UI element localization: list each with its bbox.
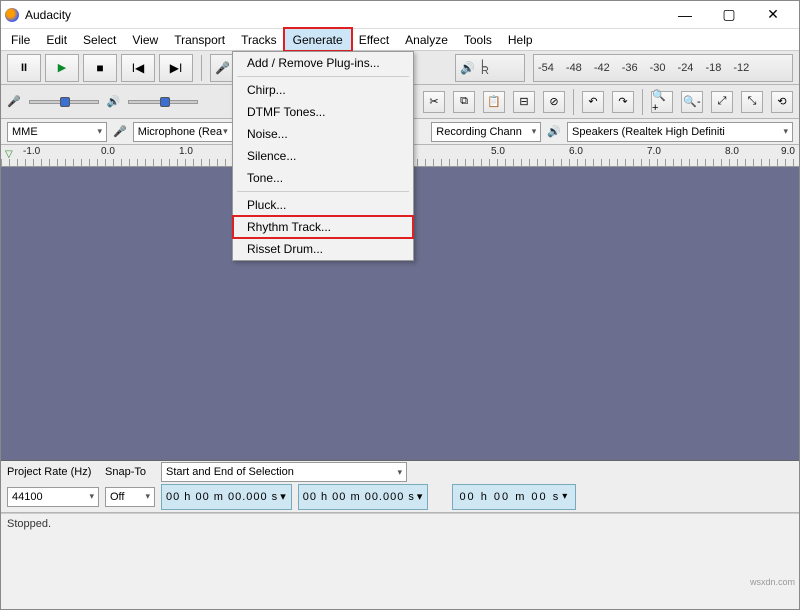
ruler-mark: 5.0 xyxy=(491,146,505,157)
generate-dropdown: Add / Remove Plug-ins... Chirp... DTMF T… xyxy=(232,51,414,261)
speaker-icon: 🔊 xyxy=(547,125,561,138)
host-combo[interactable]: MME xyxy=(7,122,107,142)
project-rate-combo[interactable]: 44100 xyxy=(7,487,99,507)
zoom-toggle-button[interactable]: ⟲ xyxy=(771,91,793,113)
rec-channels-combo[interactable]: Recording Chann xyxy=(431,122,541,142)
trim-button[interactable]: ⊟ xyxy=(513,91,535,113)
menu-add-remove-plugins[interactable]: Add / Remove Plug-ins... xyxy=(233,52,413,74)
status-bar: Stopped. xyxy=(1,513,799,533)
selection-format-combo[interactable]: Start and End of Selection xyxy=(161,462,407,482)
project-rate-label: Project Rate (Hz) xyxy=(7,466,99,478)
output-device-combo[interactable]: Speakers (Realtek High Definiti xyxy=(567,122,793,142)
status-text: Stopped. xyxy=(7,518,51,530)
redo-button[interactable]: ↷ xyxy=(612,91,634,113)
snap-to-combo[interactable]: Off xyxy=(105,487,155,507)
menu-transport[interactable]: Transport xyxy=(166,29,233,50)
playback-meter[interactable]: 🔊 LR xyxy=(455,54,525,82)
input-device-combo[interactable]: Microphone (Rea xyxy=(133,122,233,142)
menu-dtmf-tones[interactable]: DTMF Tones... xyxy=(233,101,413,123)
skip-end-button[interactable]: ▶I xyxy=(159,54,193,82)
menu-select[interactable]: Select xyxy=(75,29,124,50)
app-title: Audacity xyxy=(25,8,663,22)
output-volume-slider[interactable] xyxy=(128,100,198,104)
menu-risset-drum[interactable]: Risset Drum... xyxy=(233,238,413,260)
speaker-icon: 🔊 xyxy=(107,95,121,108)
zoom-in-button[interactable]: 🔍+ xyxy=(651,91,673,113)
mic-icon: 🎤 xyxy=(215,61,230,75)
selection-end-time[interactable]: 00 h 00 m 00.000 s▾ xyxy=(298,484,429,510)
paste-button[interactable]: 📋 xyxy=(483,91,505,113)
ruler-mark: 9.0 xyxy=(781,146,795,157)
close-button[interactable]: ✕ xyxy=(751,1,795,29)
zoom-fit-button[interactable]: ⤡ xyxy=(741,91,763,113)
zoom-out-button[interactable]: 🔍- xyxy=(681,91,703,113)
menu-view[interactable]: View xyxy=(124,29,166,50)
titlebar: Audacity — ▢ ✕ xyxy=(1,1,799,29)
undo-button[interactable]: ↶ xyxy=(582,91,604,113)
menu-tone[interactable]: Tone... xyxy=(233,167,413,189)
pause-button[interactable]: II xyxy=(7,54,41,82)
menu-separator xyxy=(237,191,409,192)
divider xyxy=(573,89,574,115)
menu-silence[interactable]: Silence... xyxy=(233,145,413,167)
menu-chirp[interactable]: Chirp... xyxy=(233,79,413,101)
play-button[interactable]: ▶ xyxy=(45,54,79,82)
meter-tick: -18 xyxy=(705,62,721,74)
meter-tick: -36 xyxy=(622,62,638,74)
meter-tick: -48 xyxy=(566,62,582,74)
meter-tick: -12 xyxy=(733,62,749,74)
selection-toolbar: Project Rate (Hz) Snap-To Start and End … xyxy=(1,461,799,481)
selection-toolbar-values: 44100 Off 00 h 00 m 00.000 s▾ 00 h 00 m … xyxy=(1,481,799,513)
mic-icon: 🎤 xyxy=(113,125,127,138)
menu-edit[interactable]: Edit xyxy=(38,29,75,50)
zoom-sel-button[interactable]: ⤢ xyxy=(711,91,733,113)
menu-pluck[interactable]: Pluck... xyxy=(233,194,413,216)
stop-button[interactable]: ■ xyxy=(83,54,117,82)
menu-tools[interactable]: Tools xyxy=(456,29,500,50)
ruler-mark: 7.0 xyxy=(647,146,661,157)
menubar: File Edit Select View Transport Tracks G… xyxy=(1,29,799,51)
menu-effect[interactable]: Effect xyxy=(351,29,397,50)
meter-tick: -24 xyxy=(678,62,694,74)
ruler-mark: 0.0 xyxy=(101,146,115,157)
audio-position-display[interactable]: 00 h 00 m 00 s▾ xyxy=(452,484,576,510)
menu-rhythm-track[interactable]: Rhythm Track... xyxy=(233,216,413,238)
silence-button[interactable]: ⊘ xyxy=(543,91,565,113)
minimize-button[interactable]: — xyxy=(663,1,707,29)
menu-generate[interactable]: Generate xyxy=(283,27,353,52)
menu-tracks[interactable]: Tracks xyxy=(233,29,285,50)
snap-to-label: Snap-To xyxy=(105,466,155,478)
menu-noise[interactable]: Noise... xyxy=(233,123,413,145)
selection-start-time[interactable]: 00 h 00 m 00.000 s▾ xyxy=(161,484,292,510)
meter-tick: -42 xyxy=(594,62,610,74)
app-logo-icon xyxy=(5,8,19,22)
speaker-icon: 🔊 xyxy=(460,61,475,75)
menu-help[interactable]: Help xyxy=(500,29,541,50)
ruler-mark: 8.0 xyxy=(725,146,739,157)
ruler-mark: -1.0 xyxy=(23,146,40,157)
ruler-mark: 1.0 xyxy=(179,146,193,157)
menu-analyze[interactable]: Analyze xyxy=(397,29,456,50)
skip-start-button[interactable]: I◀ xyxy=(121,54,155,82)
lr-label: LR xyxy=(481,61,489,75)
ruler-mark: 6.0 xyxy=(569,146,583,157)
playback-scale: -54 -48 -42 -36 -30 -24 -18 -12 xyxy=(533,54,793,82)
input-volume-slider[interactable] xyxy=(29,100,99,104)
maximize-button[interactable]: ▢ xyxy=(707,1,751,29)
copy-button[interactable]: ⧉ xyxy=(453,91,475,113)
divider xyxy=(201,55,202,81)
meter-tick: -30 xyxy=(650,62,666,74)
divider xyxy=(642,89,643,115)
menu-file[interactable]: File xyxy=(3,29,38,50)
meter-tick: -54 xyxy=(538,62,554,74)
cut-button[interactable]: ✂ xyxy=(423,91,445,113)
menu-separator xyxy=(237,76,409,77)
watermark: wsxdn.com xyxy=(750,577,795,587)
mic-icon: 🎤 xyxy=(7,95,21,108)
